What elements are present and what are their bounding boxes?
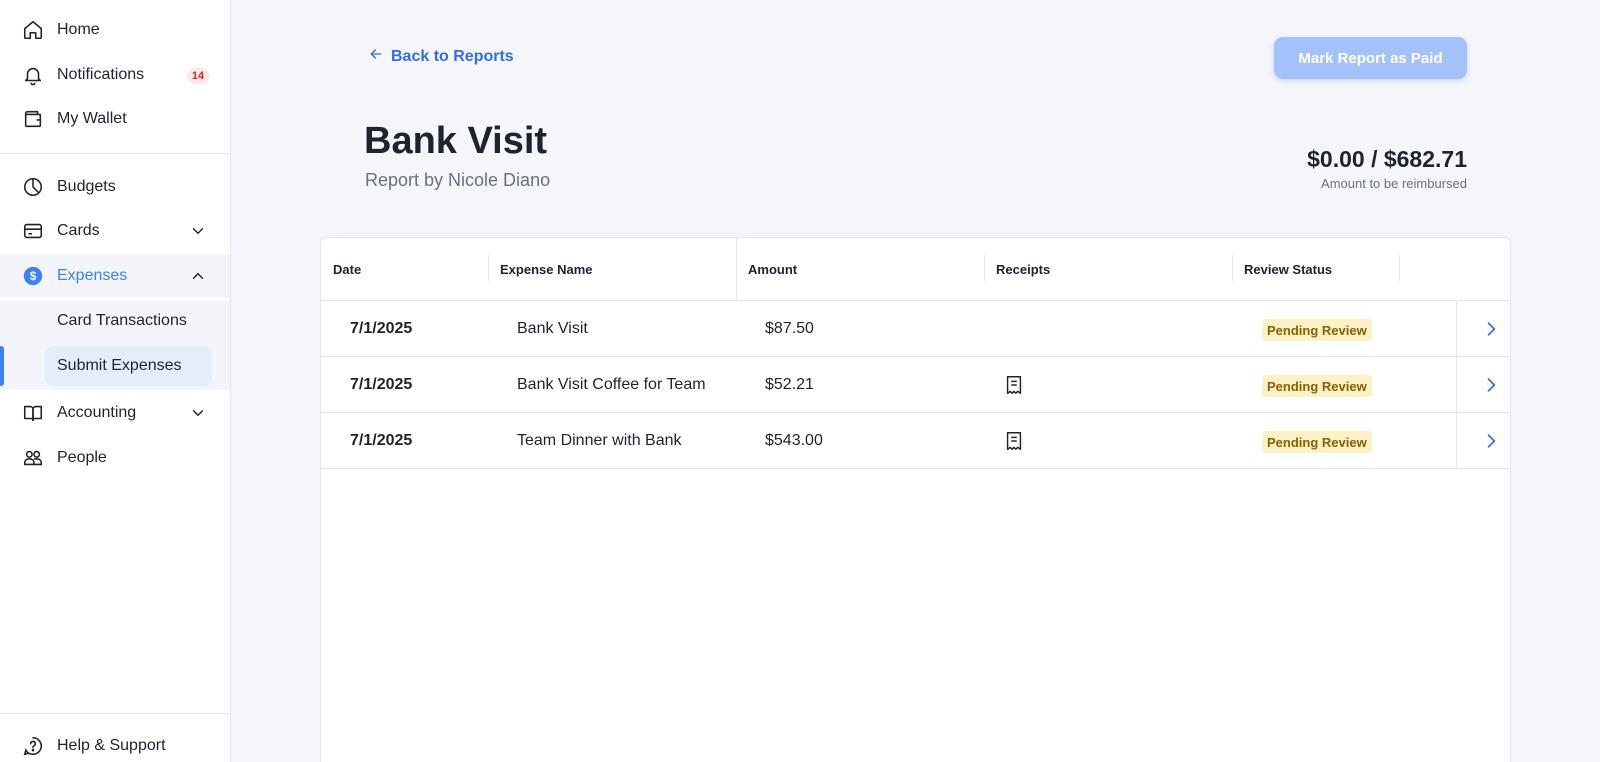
chevron-right-icon[interactable] — [1481, 375, 1501, 395]
column-separator — [736, 238, 737, 301]
bell-icon — [22, 64, 44, 86]
sidebar-item-label: Help & Support — [57, 737, 166, 754]
table-header: Date Expense Name Amount Receipts Review… — [321, 238, 1510, 301]
expenses-table: Date Expense Name Amount Receipts Review… — [320, 237, 1511, 762]
cell-expense-name: Bank Visit — [517, 319, 588, 337]
sidebar-divider — [0, 153, 230, 154]
sidebar: Home Notifications 14 My Wallet Budgets … — [0, 0, 231, 762]
sidebar-divider — [0, 713, 230, 714]
sidebar-item-label: Expenses — [57, 267, 128, 284]
report-author: Report by Nicole Diano — [365, 170, 551, 190]
row-separator — [1456, 301, 1457, 356]
sidebar-subitem-submit-expenses[interactable]: Submit Expenses — [45, 346, 212, 386]
sidebar-item-label: Accounting — [57, 404, 137, 421]
mark-report-paid-button[interactable]: Mark Report as Paid — [1274, 37, 1467, 79]
people-icon — [22, 447, 44, 469]
notification-count-badge: 14 — [187, 68, 209, 84]
cell-amount: $52.21 — [765, 375, 814, 393]
reimbursement-amount: $0.00 / $682.71 — [1307, 146, 1467, 172]
sidebar-item-label: Cards — [57, 222, 100, 239]
sidebar-item-label: My Wallet — [57, 110, 127, 127]
sidebar-item-notifications[interactable]: Notifications 14 — [0, 53, 230, 97]
sidebar-item-home[interactable]: Home — [0, 8, 230, 52]
cell-expense-name: Bank Visit Coffee for Team — [517, 375, 706, 393]
page-title: Bank Visit — [364, 120, 548, 162]
wallet-icon — [22, 108, 44, 130]
back-to-reports-link[interactable]: Back to Reports — [368, 46, 514, 67]
active-indicator — [0, 346, 4, 386]
chevron-up-icon[interactable] — [189, 267, 207, 285]
sidebar-item-budgets[interactable]: Budgets — [0, 165, 230, 209]
status-badge: Pending Review — [1262, 375, 1372, 397]
chevron-down-icon[interactable] — [189, 404, 207, 422]
column-header-amount[interactable]: Amount — [748, 238, 797, 301]
status-badge: Pending Review — [1262, 431, 1372, 453]
credit-card-icon — [22, 220, 44, 242]
arrow-left-icon — [368, 46, 384, 67]
column-separator — [1232, 255, 1233, 281]
sidebar-item-label: Budgets — [57, 178, 116, 195]
chevron-right-icon[interactable] — [1481, 319, 1501, 339]
receipt-icon[interactable] — [1003, 374, 1025, 396]
svg-text:$: $ — [30, 269, 37, 283]
column-header-date[interactable]: Date — [333, 238, 361, 301]
sidebar-item-my-wallet[interactable]: My Wallet — [0, 97, 230, 141]
back-link-label: Back to Reports — [391, 47, 514, 65]
help-icon — [22, 735, 44, 757]
sidebar-item-people[interactable]: People — [0, 436, 230, 480]
cell-date: 7/1/2025 — [350, 431, 413, 449]
row-separator — [1456, 413, 1457, 468]
column-separator — [488, 255, 489, 281]
column-separator — [984, 255, 985, 281]
chevron-right-icon[interactable] — [1481, 431, 1501, 451]
cell-date: 7/1/2025 — [350, 375, 413, 393]
sidebar-item-help-support[interactable]: Help & Support — [0, 724, 230, 762]
cell-amount: $87.50 — [765, 319, 814, 337]
column-header-receipts[interactable]: Receipts — [996, 238, 1050, 301]
table-row[interactable]: 7/1/2025 Team Dinner with Bank $543.00 P… — [321, 413, 1510, 469]
sidebar-item-cards[interactable]: Cards — [0, 209, 230, 253]
status-badge: Pending Review — [1262, 319, 1372, 341]
table-row[interactable]: 7/1/2025 Bank Visit Coffee for Team $52.… — [321, 357, 1510, 413]
reimbursement-caption: Amount to be reimbursed — [1321, 176, 1467, 191]
sidebar-item-expenses[interactable]: $ Expenses — [0, 254, 230, 298]
book-icon — [22, 402, 44, 424]
chevron-down-icon[interactable] — [189, 222, 207, 240]
cell-expense-name: Team Dinner with Bank — [517, 431, 682, 449]
cell-date: 7/1/2025 — [350, 319, 413, 337]
pie-chart-icon — [22, 176, 44, 198]
receipt-icon[interactable] — [1003, 430, 1025, 452]
dollar-circle-icon: $ — [22, 265, 44, 287]
sidebar-subitem-card-transactions[interactable]: Card Transactions — [45, 301, 212, 341]
sidebar-item-label: Home — [57, 21, 100, 38]
column-header-review-status[interactable]: Review Status — [1244, 238, 1332, 301]
column-header-expense-name[interactable]: Expense Name — [500, 238, 593, 301]
sidebar-item-label: People — [57, 449, 107, 466]
home-icon — [22, 19, 44, 41]
row-separator — [1456, 357, 1457, 412]
table-row[interactable]: 7/1/2025 Bank Visit $87.50 Pending Revie… — [321, 301, 1510, 357]
cell-amount: $543.00 — [765, 431, 823, 449]
sidebar-item-label: Notifications — [57, 66, 145, 83]
column-separator — [1399, 255, 1400, 281]
sidebar-item-accounting[interactable]: Accounting — [0, 391, 230, 435]
